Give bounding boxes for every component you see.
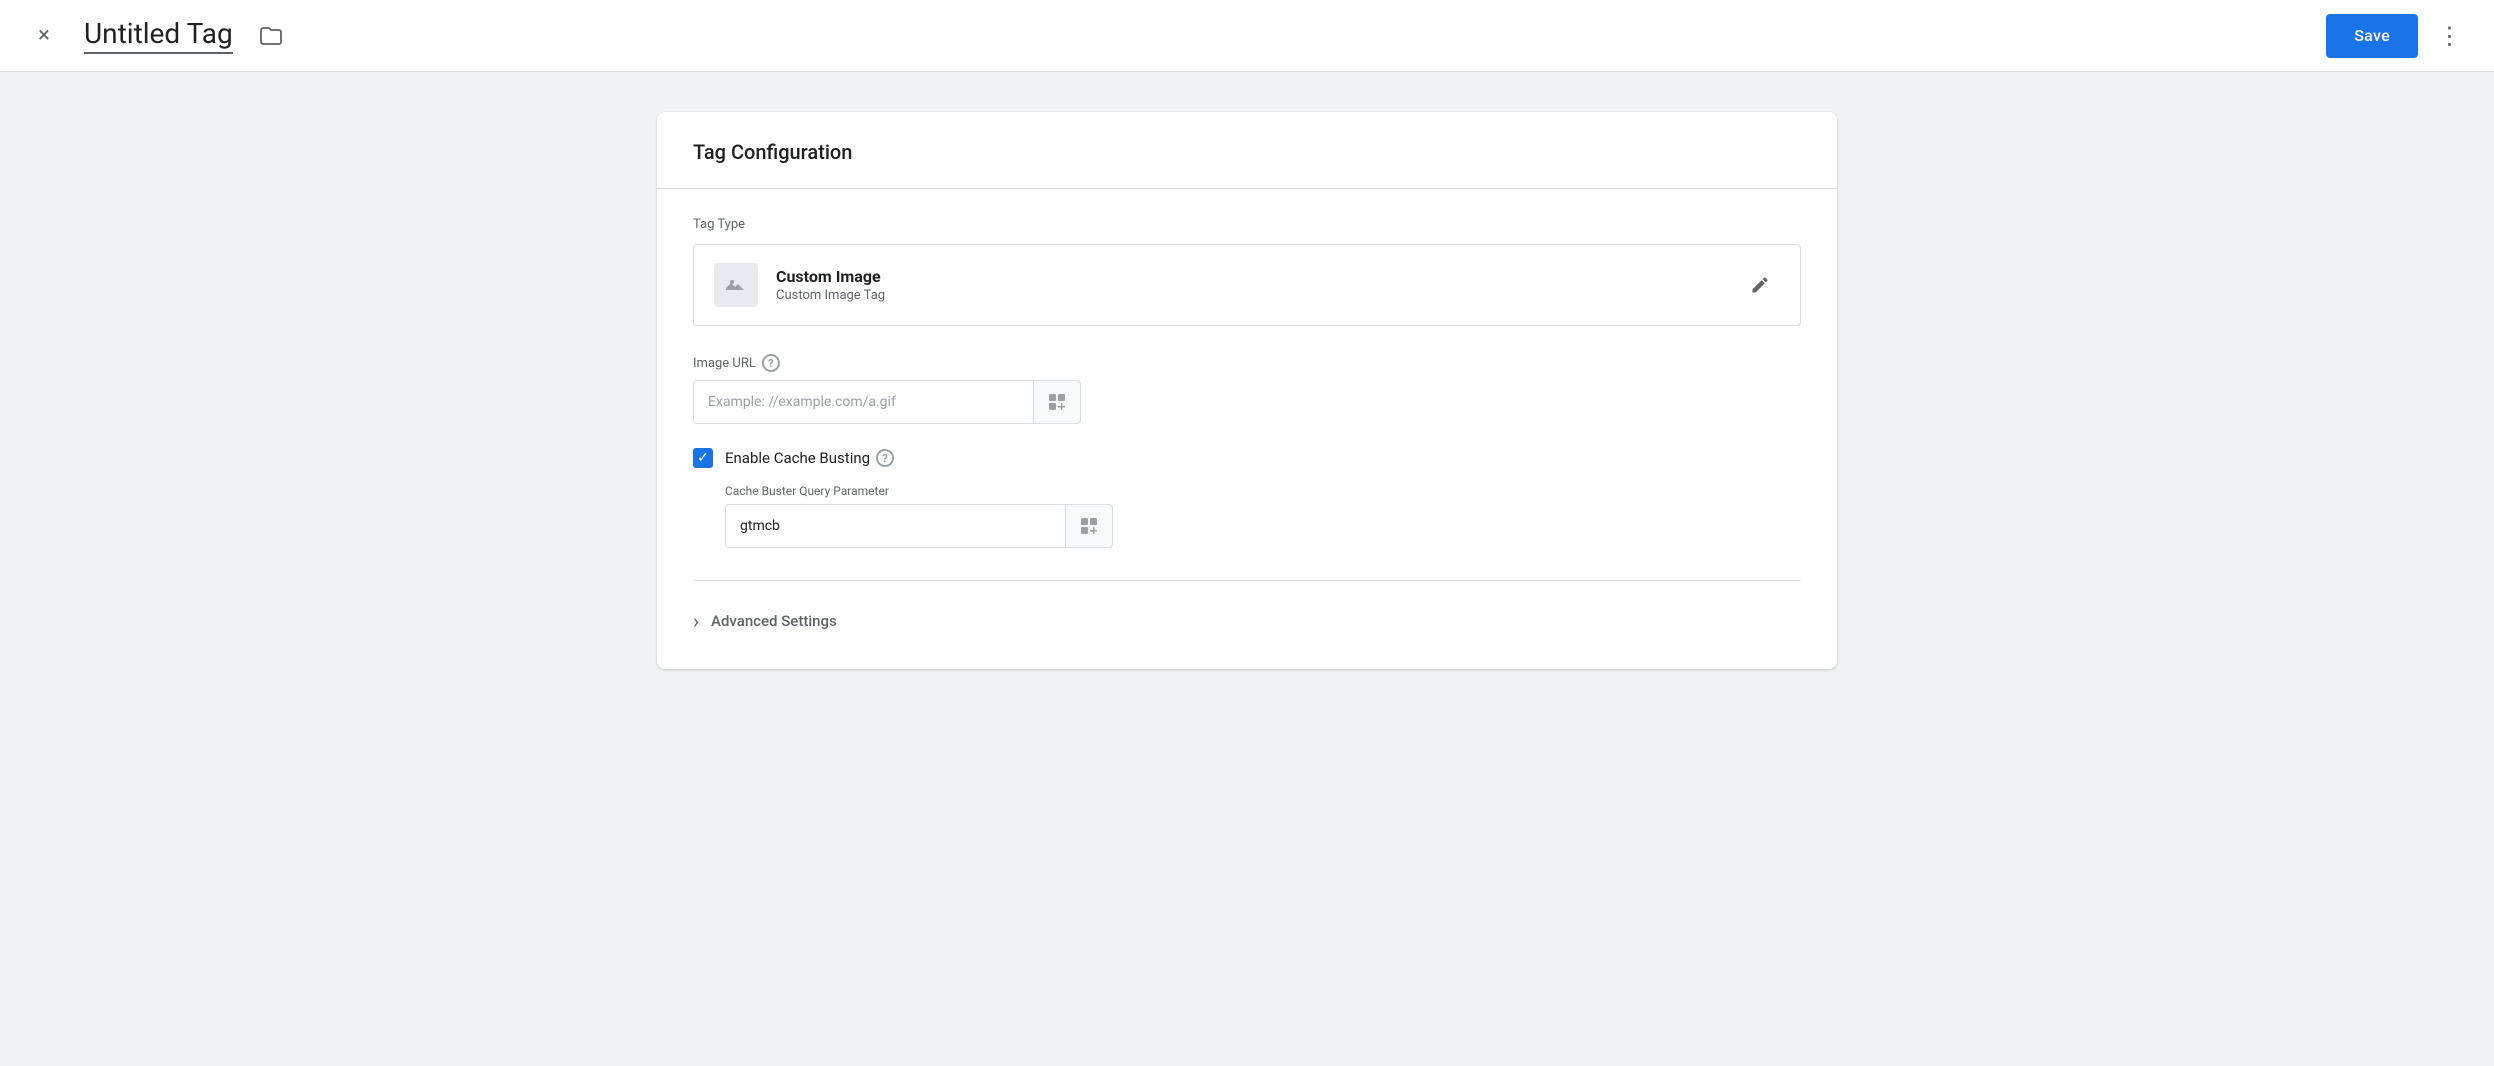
cache-busting-checkbox[interactable]: ✓ (693, 448, 713, 468)
card-header: Tag Configuration (657, 112, 1837, 189)
image-icon (724, 273, 748, 297)
more-options-button[interactable]: ⋮ (2430, 16, 2470, 56)
image-url-section: Image URL ? (693, 354, 1801, 424)
cache-buster-input-row (725, 504, 1801, 548)
cache-buster-input[interactable] (725, 504, 1065, 548)
variable-icon (1047, 392, 1067, 412)
card-body: Tag Type Custom Image Custom Image Tag (657, 189, 1837, 669)
cache-buster-param-label: Cache Buster Query Parameter (725, 484, 1801, 498)
advanced-settings-row[interactable]: › Advanced Settings (693, 589, 1801, 641)
image-url-help-icon[interactable]: ? (762, 354, 780, 372)
cache-busting-help-icon[interactable]: ? (876, 449, 894, 467)
image-url-input[interactable] (693, 380, 1033, 424)
advanced-settings-label: Advanced Settings (711, 612, 837, 630)
cache-busting-row: ✓ Enable Cache Busting ? (693, 448, 1801, 468)
image-url-variable-button[interactable] (1033, 380, 1081, 424)
save-button[interactable]: Save (2326, 14, 2418, 58)
card-title: Tag Configuration (693, 140, 852, 164)
checkmark-icon: ✓ (697, 451, 709, 465)
cache-buster-variable-button[interactable] (1065, 504, 1113, 548)
close-button[interactable]: × (24, 16, 64, 56)
folder-button[interactable] (253, 18, 289, 54)
more-icon: ⋮ (2438, 22, 2463, 50)
chevron-right-icon: › (693, 609, 699, 633)
page-title: Untitled Tag (84, 17, 233, 54)
divider (693, 580, 1801, 581)
tag-type-subtitle: Custom Image Tag (776, 288, 1740, 303)
edit-tag-type-button[interactable] (1740, 265, 1780, 305)
cache-busting-label: Enable Cache Busting ? (725, 449, 894, 467)
variable-icon-2 (1079, 516, 1099, 536)
top-bar-right: Save ⋮ (2326, 14, 2470, 58)
top-bar-left: × Untitled Tag (24, 16, 289, 56)
tag-type-icon (714, 263, 758, 307)
close-icon: × (38, 23, 50, 48)
folder-icon (259, 24, 283, 48)
top-bar: × Untitled Tag Save ⋮ (0, 0, 2494, 72)
tag-type-section: Tag Type Custom Image Custom Image Tag (693, 217, 1801, 326)
tag-type-row: Custom Image Custom Image Tag (693, 244, 1801, 326)
cache-buster-subsection: Cache Buster Query Parameter (725, 484, 1801, 548)
main-content: Tag Configuration Tag Type Custom Image (0, 72, 2494, 709)
image-url-input-row (693, 380, 1801, 424)
pencil-icon (1750, 275, 1770, 295)
tag-type-info: Custom Image Custom Image Tag (776, 267, 1740, 303)
image-url-label: Image URL ? (693, 354, 1801, 372)
tag-configuration-card: Tag Configuration Tag Type Custom Image (657, 112, 1837, 669)
tag-type-name: Custom Image (776, 267, 1740, 286)
tag-type-label: Tag Type (693, 217, 1801, 232)
